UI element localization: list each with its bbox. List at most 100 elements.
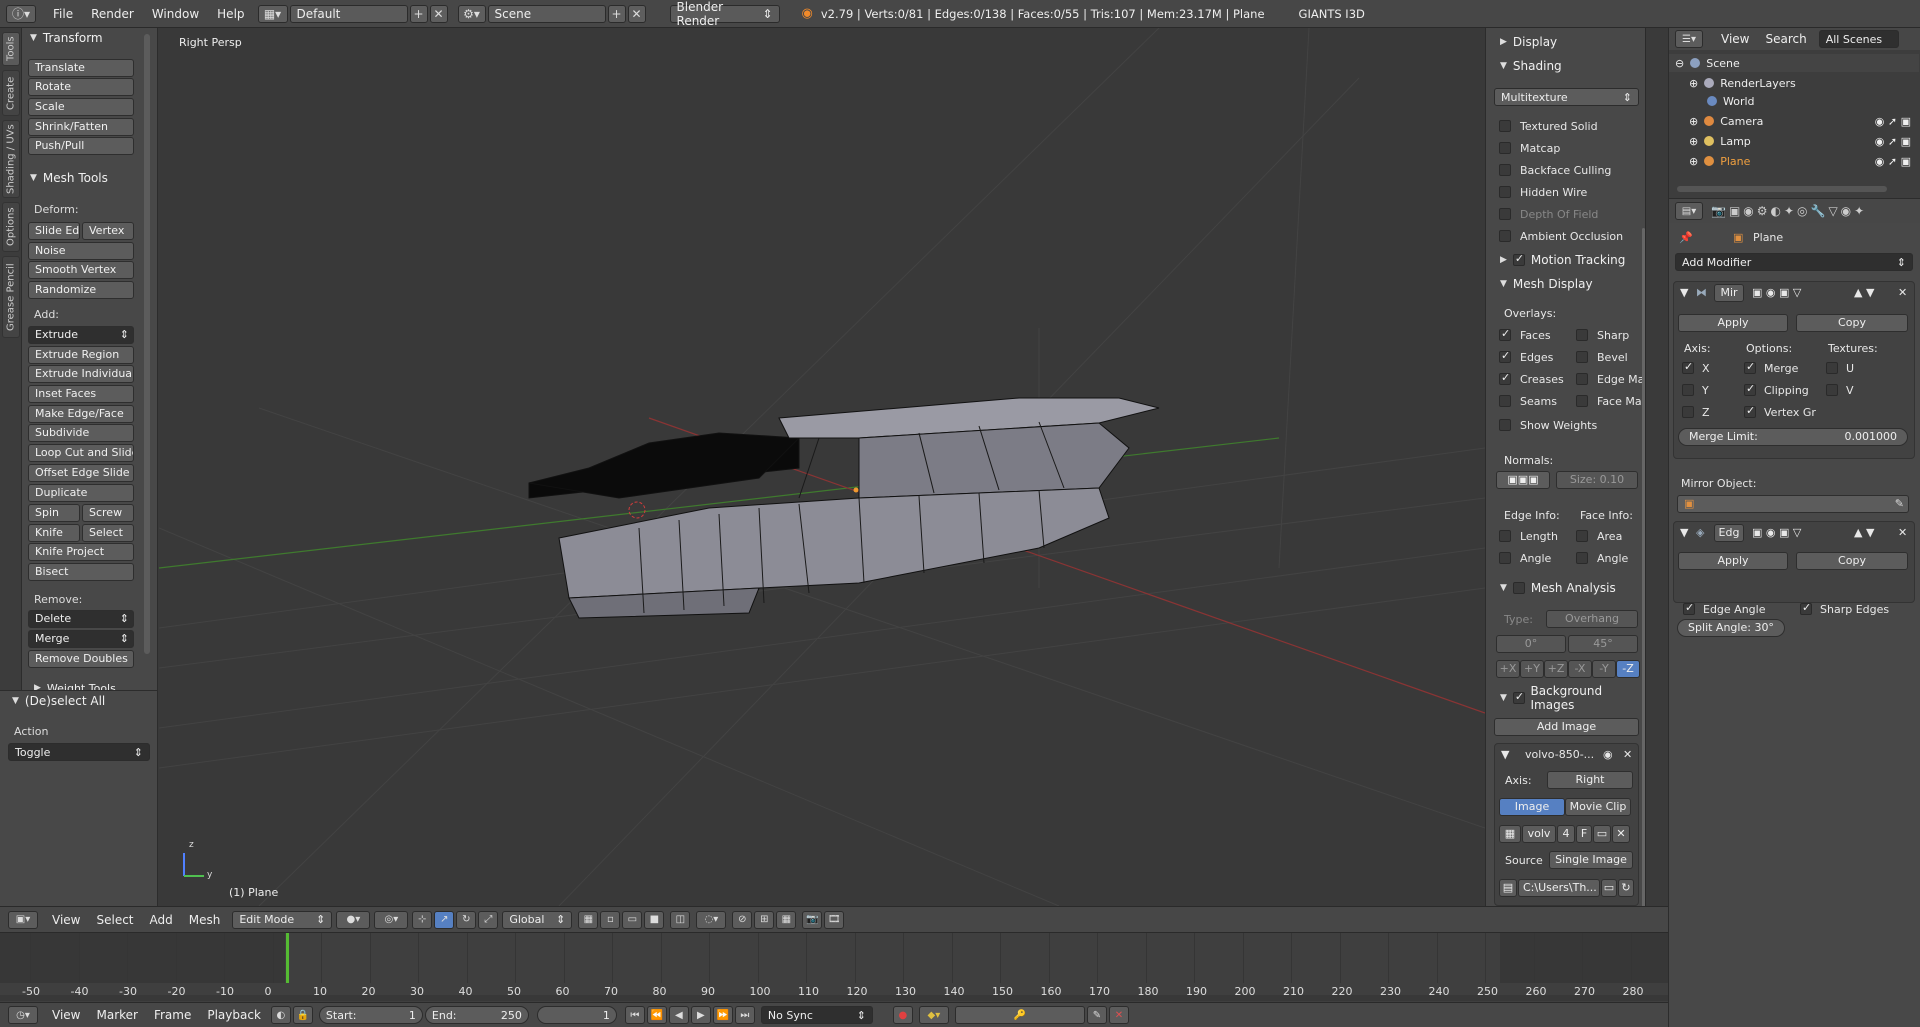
collapse-triangle-icon[interactable]: ▼ xyxy=(1680,526,1688,539)
collapse-triangle-icon[interactable]: ▼ xyxy=(1680,286,1688,299)
manipulator-icon[interactable]: ⊹ xyxy=(412,910,433,929)
action-select[interactable]: Toggle ⇕ xyxy=(8,743,150,761)
screen-layout-icon[interactable]: ▦▾ xyxy=(257,4,288,23)
overlay-checkbox[interactable] xyxy=(1499,395,1511,407)
pin-icon[interactable]: 📌 xyxy=(1679,231,1693,244)
image-browse-icon[interactable]: ▦ xyxy=(1499,825,1521,843)
overlay-checkbox[interactable] xyxy=(1576,395,1588,407)
overlay-checkbox[interactable] xyxy=(1499,327,1511,341)
subdivide-button[interactable]: Subdivide xyxy=(28,424,134,442)
toolshelf-scrollbar[interactable] xyxy=(144,34,150,654)
axis-select[interactable]: Right xyxy=(1547,771,1633,789)
merge-limit-field[interactable]: Merge Limit: 0.001000 xyxy=(1678,428,1908,446)
overlay-checkbox[interactable] xyxy=(1499,371,1511,385)
outliner-row-world[interactable]: World xyxy=(1669,92,1919,110)
apply-button[interactable]: Apply xyxy=(1678,552,1788,570)
shading-option-checkbox[interactable] xyxy=(1499,208,1511,220)
tab-create[interactable]: Create xyxy=(2,70,20,116)
vertex-groups-checkbox[interactable] xyxy=(1744,404,1756,418)
end-frame-field[interactable]: End: 250 xyxy=(424,1006,529,1024)
mesh-tools-panel-header[interactable]: ▼ Mesh Tools xyxy=(22,168,108,188)
range-max-field[interactable]: 45° xyxy=(1568,635,1638,653)
eyedropper-icon[interactable]: ✎ xyxy=(1895,496,1904,512)
editor-type-icon[interactable]: ◷▾ xyxy=(8,1006,38,1024)
limit-selection-icon[interactable]: ◫ xyxy=(670,910,691,929)
menu-window[interactable]: Window xyxy=(143,0,208,28)
edge-select-icon[interactable]: ▭ xyxy=(622,910,643,929)
folder-icon[interactable]: ▭ xyxy=(1593,825,1611,843)
menu-render[interactable]: Render xyxy=(82,0,143,28)
delete-dropdown[interactable]: Delete ⇕ xyxy=(28,610,134,628)
range-min-field[interactable]: 0° xyxy=(1496,635,1566,653)
vertex-slide-button[interactable]: Vertex xyxy=(82,222,134,240)
shading-option-checkbox[interactable] xyxy=(1499,230,1511,242)
snap-icon[interactable]: ⊘ xyxy=(732,910,753,929)
bisect-button[interactable]: Bisect xyxy=(28,563,134,581)
editor-type-icon[interactable]: ▣▾ xyxy=(8,910,38,929)
clipping-checkbox[interactable] xyxy=(1744,382,1756,396)
mesh-analysis-checkbox[interactable] xyxy=(1512,582,1525,594)
remove-doubles-button[interactable]: Remove Doubles xyxy=(28,650,134,668)
shading-panel-header[interactable]: ▼ Shading xyxy=(1492,56,1562,76)
scale-button[interactable]: Scale xyxy=(28,98,134,116)
scale-manipulator-icon[interactable]: ⤢ xyxy=(478,910,499,929)
eye-icon[interactable]: ◉ xyxy=(1603,748,1613,761)
sync-select[interactable]: No Sync ⇕ xyxy=(760,1006,873,1024)
scene-icon[interactable]: ⚙▾ xyxy=(457,4,486,23)
rotate-button[interactable]: Rotate xyxy=(28,78,134,96)
menu-playback[interactable]: Playback xyxy=(199,1008,269,1022)
translate-manipulator-icon[interactable]: ↗ xyxy=(434,910,455,929)
close-icon[interactable]: ✕ xyxy=(1612,825,1630,843)
analysis-axis-button[interactable]: +X xyxy=(1496,660,1520,678)
axis-y-checkbox[interactable] xyxy=(1682,384,1694,396)
tab-options[interactable]: Options xyxy=(2,202,20,252)
offset-edge-slide-button[interactable]: Offset Edge Slide xyxy=(28,464,134,482)
add-layout-icon[interactable]: + xyxy=(409,4,428,23)
motion-tracking-panel-header[interactable]: ▶ Motion Tracking xyxy=(1492,250,1625,270)
expand-icon[interactable]: ⊕ xyxy=(1689,77,1698,90)
background-images-checkbox[interactable] xyxy=(1512,690,1525,704)
outliner-editor-icon[interactable]: ☰▾ xyxy=(1675,30,1703,48)
outliner-row-scene[interactable]: ⊖ Scene xyxy=(1669,54,1919,72)
mirror-object-field[interactable]: ▣ ✎ xyxy=(1677,495,1909,513)
menu-mesh[interactable]: Mesh xyxy=(181,913,229,927)
add-scene-icon[interactable]: + xyxy=(607,4,626,23)
snap-element-icon[interactable]: ⊞ xyxy=(754,910,775,929)
fake-user-button[interactable]: F xyxy=(1576,825,1592,843)
shading-option-checkbox[interactable] xyxy=(1499,186,1511,198)
tab-movie-clip[interactable]: Movie Clip xyxy=(1565,798,1631,816)
analysis-axis-button[interactable]: -X xyxy=(1568,660,1592,678)
face-area-checkbox[interactable] xyxy=(1576,530,1588,542)
analysis-axis-button[interactable]: -Z xyxy=(1616,660,1640,678)
randomize-button[interactable]: Randomize xyxy=(28,281,134,299)
image-users-count[interactable]: 4 xyxy=(1557,825,1575,843)
proportional-edit-icon[interactable]: ◌▾ xyxy=(696,910,727,929)
close-icon[interactable]: ✕ xyxy=(1623,748,1632,761)
menu-select[interactable]: Select xyxy=(88,913,141,927)
viewport-shading-icon[interactable]: ●▾ xyxy=(336,910,371,929)
modifier-visibility-icons[interactable]: ▣ ◉ ▣ ▽ xyxy=(1752,286,1801,299)
play-reverse-icon[interactable]: ◀ xyxy=(668,1006,689,1024)
properties-context-tabs[interactable]: 📷▣◉⚙◐✦◎🔧▽◉✦ xyxy=(1711,204,1867,218)
spin-button[interactable]: Spin xyxy=(28,504,80,522)
menu-view[interactable]: View xyxy=(44,1008,88,1022)
merge-checkbox[interactable] xyxy=(1744,360,1756,374)
delete-keyframe-icon[interactable]: ✕ xyxy=(1108,1006,1129,1024)
scene-field[interactable]: Scene xyxy=(487,4,606,23)
current-frame-field[interactable]: 1 xyxy=(536,1006,617,1024)
add-image-button[interactable]: Add Image xyxy=(1494,718,1639,736)
outliner-row-plane[interactable]: ⊕ Plane ◉ ➚ ▣ xyxy=(1669,152,1919,170)
tab-tools[interactable]: Tools xyxy=(2,32,20,66)
show-weights-checkbox[interactable] xyxy=(1499,419,1511,431)
outliner-menu-view[interactable]: View xyxy=(1713,32,1757,46)
pivot-point-icon[interactable]: ◎▾ xyxy=(374,910,409,929)
keying-set-field[interactable]: 🔑 xyxy=(954,1006,1085,1024)
smooth-vertex-button[interactable]: Smooth Vertex xyxy=(28,261,134,279)
operator-header[interactable]: ▼ (De)select All xyxy=(0,691,157,711)
add-modifier-select[interactable]: Add Modifier ⇕ xyxy=(1675,253,1913,271)
modifier-name-field[interactable]: Mir xyxy=(1714,284,1744,302)
orientation-select[interactable]: Global ⇕ xyxy=(502,910,573,929)
overlay-checkbox[interactable] xyxy=(1499,349,1511,363)
shading-option-checkbox[interactable] xyxy=(1499,164,1511,176)
axis-z-checkbox[interactable] xyxy=(1682,406,1694,418)
